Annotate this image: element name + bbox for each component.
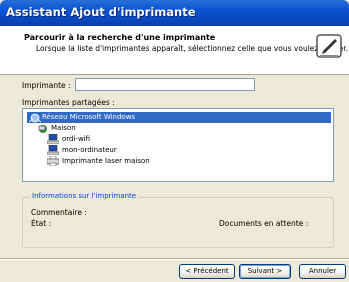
footer-separator: [0, 258, 349, 260]
tree-item-network[interactable]: Réseau Microsoft Windows: [27, 112, 331, 123]
state-label: État :: [31, 219, 52, 228]
shared-printers-tree[interactable]: Réseau Microsoft Windows Maison ordi-wif…: [22, 108, 334, 182]
window-title: Assistant Ajout d'imprimante: [6, 5, 196, 19]
network-icon: [29, 113, 41, 123]
printer-label: Imprimante :: [22, 81, 71, 90]
printer-info-title: Informations sur l'imprimante: [30, 192, 139, 200]
header-title: Parcourir à la recherche d'une imprimant…: [24, 33, 216, 42]
pending-documents-label: Documents en attente :: [219, 219, 309, 228]
computer-icon: [47, 145, 59, 155]
tree-item-label: ordi-wifi: [62, 135, 91, 143]
tree-item-label: Réseau Microsoft Windows: [42, 113, 136, 121]
header-subtitle: Lorsque la liste d'imprimantes apparaît,…: [36, 44, 348, 53]
tree-item-ordi-wifi[interactable]: ordi-wifi: [47, 134, 247, 145]
title-bar[interactable]: Assistant Ajout d'imprimante: [0, 0, 349, 26]
workgroup-icon: [38, 125, 47, 133]
computer-icon: [47, 134, 59, 144]
comment-label: Commentaire :: [31, 208, 87, 217]
cancel-button[interactable]: Annuler: [299, 264, 346, 279]
printer-wizard-icon: [316, 34, 342, 58]
wizard-header: Parcourir à la recherche d'une imprimant…: [0, 26, 349, 75]
tree-item-label: Maison: [51, 124, 76, 132]
add-printer-wizard-window: Assistant Ajout d'imprimante Parcourir à…: [0, 0, 349, 282]
printer-name-value: [76, 88, 78, 96]
back-button[interactable]: < Précédent: [179, 264, 235, 279]
tree-item-maison[interactable]: Maison: [37, 123, 237, 134]
tree-item-label: Imprimante laser maison: [62, 157, 150, 165]
printer-name-input[interactable]: [75, 78, 255, 91]
printer-icon: [47, 156, 59, 166]
next-button[interactable]: Suivant >: [239, 264, 291, 279]
shared-printers-label: Imprimantes partagées :: [22, 98, 115, 107]
tree-item-laser-printer[interactable]: Imprimante laser maison: [47, 156, 247, 167]
tree-item-label: mon-ordinateur: [62, 146, 117, 154]
tree-item-mon-ordinateur[interactable]: mon-ordinateur: [47, 145, 247, 156]
